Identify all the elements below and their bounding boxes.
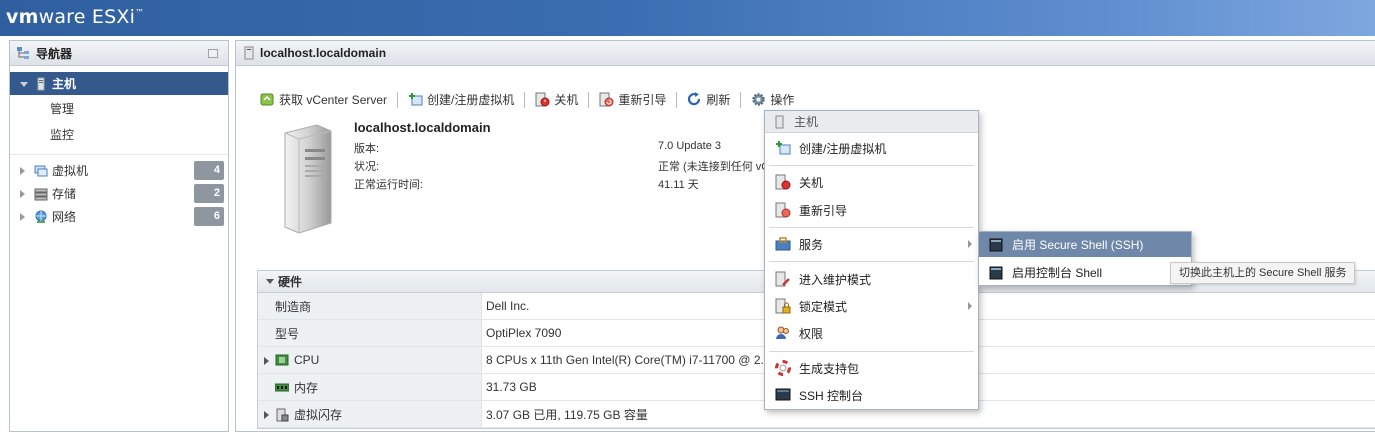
shutdown-button[interactable]: 关机 bbox=[535, 91, 578, 108]
gear-icon bbox=[751, 92, 766, 107]
get-vcenter-button[interactable]: 获取 vCenter Server bbox=[260, 91, 387, 108]
navigator-title: 导航器 bbox=[36, 46, 73, 61]
lock-icon bbox=[775, 298, 791, 314]
uptime-value: 41.11 天 bbox=[658, 179, 699, 191]
submenu-arrow-icon bbox=[968, 302, 972, 310]
menu-item-ssh-console[interactable]: SSH 控制台 bbox=[765, 382, 978, 408]
create-register-vm-button[interactable]: 创建/注册虚拟机 bbox=[408, 91, 514, 108]
navigator-header: 导航器 bbox=[10, 41, 228, 66]
reboot-button[interactable]: 重新引导 bbox=[599, 91, 666, 108]
nav-item-monitor[interactable]: 监控 bbox=[10, 121, 228, 147]
menu-divider bbox=[769, 351, 974, 352]
toolbar-divider bbox=[524, 91, 526, 108]
nav-item-storage[interactable]: 存储 2 bbox=[10, 182, 228, 205]
menu-item-reboot[interactable]: 重新引导 bbox=[765, 197, 978, 223]
expand-arrow-icon[interactable] bbox=[20, 190, 25, 198]
navigator-icon bbox=[16, 46, 32, 60]
create-vm-icon bbox=[775, 140, 791, 156]
storage-icon bbox=[34, 187, 48, 201]
menu-divider bbox=[769, 261, 974, 262]
menu-title: 主机 bbox=[765, 111, 978, 133]
version-label: 版本: bbox=[354, 143, 380, 155]
host-icon bbox=[244, 46, 254, 60]
refresh-icon bbox=[687, 92, 702, 107]
host-server-image bbox=[281, 123, 333, 241]
host-name: localhost.localdomain bbox=[354, 120, 491, 135]
create-vm-icon bbox=[408, 92, 423, 107]
version-value: 7.0 Update 3 bbox=[658, 140, 721, 152]
menu-divider bbox=[769, 227, 974, 228]
console-shell-icon bbox=[989, 266, 1003, 280]
toolbar-divider bbox=[676, 91, 678, 108]
toolbar-divider bbox=[588, 91, 590, 108]
power-off-icon bbox=[535, 92, 550, 107]
nav-item-host[interactable]: 主机 bbox=[10, 72, 228, 95]
submenu-arrow-icon bbox=[968, 240, 972, 248]
expand-arrow-icon[interactable] bbox=[264, 411, 269, 419]
menu-item-lockdown-mode[interactable]: 锁定模式 bbox=[765, 293, 978, 319]
navigator-divider bbox=[10, 147, 228, 155]
services-icon bbox=[775, 236, 791, 252]
status-value: 正常 (未连接到任何 vC bbox=[658, 161, 770, 173]
toolbar-divider bbox=[740, 91, 742, 108]
memory-icon bbox=[274, 381, 290, 393]
cpu-icon bbox=[275, 354, 289, 366]
main-panel-header: localhost.localdomain bbox=[236, 41, 1375, 66]
nav-item-manage[interactable]: 管理 bbox=[10, 95, 228, 121]
top-bar: vmware ESXi™ bbox=[0, 0, 1375, 36]
menu-item-support-bundle[interactable]: 生成支持包 bbox=[765, 355, 978, 381]
refresh-button[interactable]: 刷新 bbox=[687, 91, 730, 108]
main-panel-title: localhost.localdomain bbox=[260, 46, 387, 60]
network-globe-icon bbox=[34, 210, 48, 224]
vm-icon bbox=[34, 164, 48, 178]
menu-item-permissions[interactable]: 权限 bbox=[765, 320, 978, 346]
expand-arrow-icon[interactable] bbox=[20, 82, 28, 87]
ssh-console-icon bbox=[989, 238, 1003, 252]
host-icon bbox=[775, 115, 784, 129]
lifebuoy-icon bbox=[775, 360, 791, 376]
actions-dropdown-menu: 主机 创建/注册虚拟机 关机 重新引导 服务 进入维护模式 锁定模式 权限 生成… bbox=[764, 110, 979, 410]
expand-arrow-icon[interactable] bbox=[20, 167, 25, 175]
console-icon bbox=[775, 387, 791, 403]
menu-item-services[interactable]: 服务 bbox=[765, 231, 978, 257]
navigator-panel: 导航器 主机 管理 监控 虚拟机 4 存储 2 网络 6 bbox=[9, 40, 229, 432]
network-count-badge: 6 bbox=[194, 207, 224, 226]
menu-divider bbox=[769, 165, 974, 166]
navigator-collapse-button[interactable] bbox=[208, 49, 218, 58]
vcenter-icon bbox=[260, 92, 275, 107]
submenu-item-enable-ssh[interactable]: 启用 Secure Shell (SSH) bbox=[979, 232, 1191, 257]
menu-item-maintenance-mode[interactable]: 进入维护模式 bbox=[765, 266, 978, 292]
status-label: 状况: bbox=[354, 161, 380, 173]
vm-count-badge: 4 bbox=[194, 161, 224, 180]
power-off-icon bbox=[775, 174, 791, 190]
nav-item-host-label: 主机 bbox=[52, 77, 77, 91]
expand-arrow-icon[interactable] bbox=[264, 357, 269, 365]
collapse-arrow-icon[interactable] bbox=[266, 279, 274, 284]
uptime-label: 正常运行时间: bbox=[354, 179, 424, 191]
reboot-icon bbox=[775, 202, 791, 218]
storage-count-badge: 2 bbox=[194, 184, 224, 203]
services-submenu: 启用 Secure Shell (SSH) 启用控制台 Shell bbox=[978, 231, 1192, 286]
host-icon bbox=[34, 77, 48, 91]
maintenance-icon bbox=[775, 271, 791, 287]
users-icon bbox=[775, 325, 791, 341]
ssh-tooltip: 切换此主机上的 Secure Shell 服务 bbox=[1170, 262, 1356, 284]
reboot-icon bbox=[599, 92, 614, 107]
toolbar-divider bbox=[397, 91, 399, 108]
expand-arrow-icon[interactable] bbox=[20, 213, 25, 221]
menu-item-shutdown[interactable]: 关机 bbox=[765, 169, 978, 195]
submenu-item-enable-console-shell[interactable]: 启用控制台 Shell bbox=[979, 260, 1191, 285]
nav-item-network[interactable]: 网络 6 bbox=[10, 205, 228, 228]
vmware-esxi-logo: vmware ESXi™ bbox=[6, 6, 145, 28]
nav-item-vms[interactable]: 虚拟机 4 bbox=[10, 159, 228, 182]
host-toolbar: 获取 vCenter Server 创建/注册虚拟机 关机 重新引导 刷新 操作 bbox=[260, 91, 794, 108]
menu-item-create-vm[interactable]: 创建/注册虚拟机 bbox=[765, 135, 978, 161]
virtual-flash-icon bbox=[275, 408, 289, 422]
actions-button[interactable]: 操作 bbox=[751, 91, 794, 108]
